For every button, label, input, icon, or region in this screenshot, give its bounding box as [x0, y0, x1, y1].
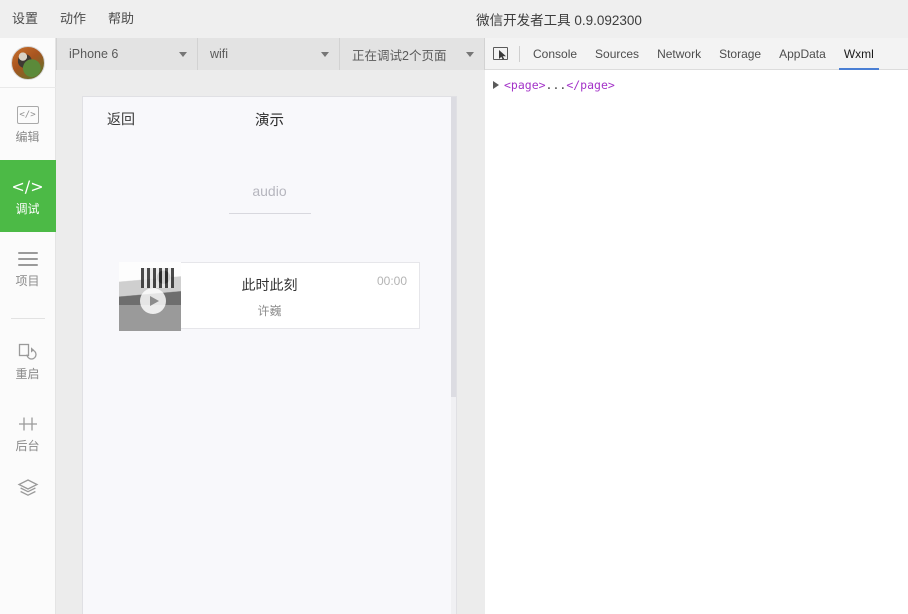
avatar-button[interactable] — [0, 38, 56, 88]
sidebar-item-label: 编辑 — [15, 130, 40, 144]
wxml-open-tag: <page> — [504, 78, 546, 92]
title-bar: 设置 动作 帮助 微信开发者工具 0.9.092300 — [0, 0, 908, 38]
toolbar-left: iPhone 6 wifi 正在调试2个页面 — [0, 38, 485, 70]
network-select-value: wifi — [210, 47, 229, 61]
tab-storage[interactable]: Storage — [710, 38, 770, 70]
chevron-down-icon — [321, 52, 329, 57]
menu-settings[interactable]: 设置 — [12, 0, 38, 38]
network-select[interactable]: wifi — [198, 38, 340, 70]
code-brackets-icon: </> — [11, 177, 44, 196]
phone-nav-bar: 返回 演示 — [83, 97, 456, 141]
section-divider — [228, 213, 311, 214]
wxml-node-page[interactable]: <page>... </page> — [485, 70, 908, 92]
audio-title: 此时此刻 — [241, 277, 298, 293]
wxml-panel: <page>... </page> — [485, 70, 908, 614]
tab-wxml[interactable]: Wxml — [835, 38, 883, 70]
code-box-icon: </> — [16, 105, 39, 125]
chevron-down-icon — [179, 52, 187, 57]
inspect-element-icon — [492, 47, 508, 60]
tab-sources[interactable]: Sources — [586, 38, 648, 70]
phone-scrollbar-thumb[interactable] — [451, 97, 456, 397]
device-select[interactable]: iPhone 6 — [56, 38, 198, 70]
inspect-element-button[interactable] — [485, 38, 515, 70]
wxml-close-tag: </page> — [566, 78, 615, 92]
sidebar-item-background[interactable]: 后台 — [0, 397, 56, 469]
debug-target-value: 正在调试2个页面 — [352, 48, 447, 63]
menu-actions[interactable]: 动作 — [60, 0, 86, 38]
tab-network[interactable]: Network — [648, 38, 710, 70]
background-icon — [17, 414, 39, 434]
expand-arrow-icon[interactable] — [493, 81, 499, 89]
list-icon — [17, 249, 38, 269]
sidebar-item-restart[interactable]: 重启 — [0, 325, 56, 397]
sidebar-divider — [10, 318, 45, 319]
menu-help[interactable]: 帮助 — [108, 0, 134, 38]
tab-appdata[interactable]: AppData — [770, 38, 835, 70]
menu-bar: 设置 动作 帮助 — [0, 0, 134, 38]
sidebar-item-label: 项目 — [15, 274, 40, 288]
sidebar-item-debug[interactable]: </> 调试 — [0, 160, 56, 232]
wxml-ellipsis: ... — [545, 78, 567, 92]
page-title: 演示 — [255, 112, 284, 129]
avatar — [10, 45, 45, 80]
left-sidebar: </> 编辑 </> 调试 项目 重启 后台 — [0, 38, 56, 614]
devtools-tab-bar: Console Sources Network Storage AppData … — [485, 38, 908, 70]
layers-icon — [17, 478, 39, 498]
restart-icon — [18, 342, 38, 362]
app-window: 设置 动作 帮助 微信开发者工具 0.9.092300 iPhone 6 wif… — [0, 0, 908, 614]
tab-divider — [519, 45, 520, 62]
app-title: 微信开发者工具 0.9.092300 — [476, 13, 642, 28]
sidebar-item-label: 后台 — [15, 439, 40, 453]
simulator-panel: 返回 演示 audio 此时此刻 许巍 00:00 — [56, 70, 485, 614]
phone-screen: 返回 演示 audio 此时此刻 许巍 00:00 — [82, 96, 457, 614]
tab-console[interactable]: Console — [524, 38, 586, 70]
sidebar-item-layers[interactable] — [0, 469, 56, 513]
sidebar-item-label: 调试 — [15, 202, 40, 216]
section-label-audio: audio — [252, 183, 287, 199]
play-button-icon — [150, 296, 159, 306]
sidebar-item-edit[interactable]: </> 编辑 — [0, 88, 56, 160]
sidebar-item-project[interactable]: 项目 — [0, 232, 56, 304]
device-select-value: iPhone 6 — [69, 47, 119, 61]
play-button[interactable] — [140, 288, 166, 314]
audio-time: 00:00 — [376, 274, 407, 288]
audio-player-card[interactable]: 此时此刻 许巍 00:00 — [119, 262, 420, 331]
debug-target-select[interactable]: 正在调试2个页面 — [340, 38, 485, 70]
sidebar-item-label: 重启 — [15, 367, 40, 381]
phone-scrollbar[interactable] — [451, 97, 456, 614]
chevron-down-icon — [466, 52, 474, 57]
